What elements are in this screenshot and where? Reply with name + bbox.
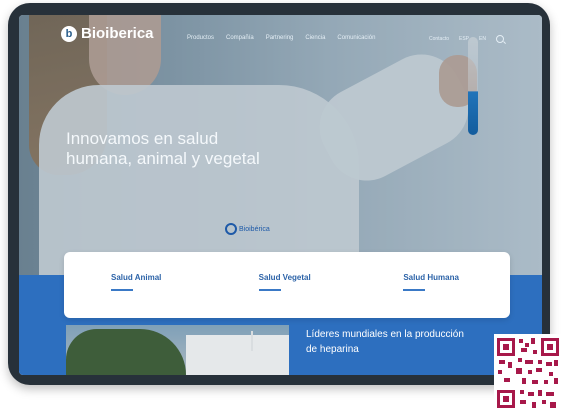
language-es[interactable]: ESP (459, 36, 469, 42)
nav-contact-link[interactable]: Contacto (429, 36, 449, 42)
category-salud-vegetal[interactable]: Salud Vegetal (213, 252, 362, 318)
category-underline (258, 289, 281, 291)
coat-logo-badge: Bioibérica (225, 223, 270, 235)
category-salud-animal[interactable]: Salud Animal (64, 252, 213, 318)
main-nav: Productos Compañía Partnering Ciencia Co… (187, 35, 375, 41)
nav-item-ciencia[interactable]: Ciencia (305, 35, 325, 41)
feature-title: Líderes mundiales en la producción de he… (306, 327, 526, 357)
category-underline (403, 289, 426, 291)
nav-item-comunicacion[interactable]: Comunicación (337, 35, 375, 41)
health-categories-card: Salud Animal Salud Vegetal Salud Humana (64, 252, 510, 318)
search-icon[interactable] (495, 35, 504, 43)
utility-nav: Contacto ESP EN (429, 35, 504, 43)
badge-logo-icon (225, 223, 237, 235)
nav-item-compania[interactable]: Compañía (226, 35, 254, 41)
feature-title-line1: Líderes mundiales en la producción (306, 329, 464, 340)
hero-headline: Innovamos en salud humana, animal y vege… (66, 129, 326, 169)
category-label: Salud Animal (111, 273, 162, 282)
hero-headline-line2: humana, animal y vegetal (66, 149, 260, 168)
logo-text: Bioiberica (81, 25, 154, 42)
tablet-frame: Bioibérica b Bioiberica Productos Compañ… (8, 3, 550, 385)
category-label: Salud Humana (403, 273, 459, 282)
pole-shape (251, 331, 253, 351)
top-navigation: b Bioiberica Productos Compañía Partneri… (19, 15, 542, 55)
nav-item-partnering[interactable]: Partnering (266, 35, 294, 41)
tree-shape (66, 329, 186, 375)
category-label: Salud Vegetal (258, 273, 311, 282)
building-shape (186, 335, 289, 375)
category-salud-humana[interactable]: Salud Humana (361, 252, 510, 318)
nav-item-productos[interactable]: Productos (187, 35, 214, 41)
website-screen: Bioibérica b Bioiberica Productos Compañ… (19, 15, 542, 375)
logo-icon: b (61, 25, 77, 42)
feature-title-line2: de heparina (306, 344, 359, 355)
language-en[interactable]: EN (479, 36, 486, 42)
category-underline (111, 289, 133, 291)
brand-logo[interactable]: b Bioiberica (61, 25, 154, 42)
qr-code-icon (494, 334, 562, 412)
badge-text: Bioibérica (239, 225, 270, 233)
facility-photo (66, 325, 289, 375)
hero-headline-line1: Innovamos en salud (66, 129, 219, 148)
